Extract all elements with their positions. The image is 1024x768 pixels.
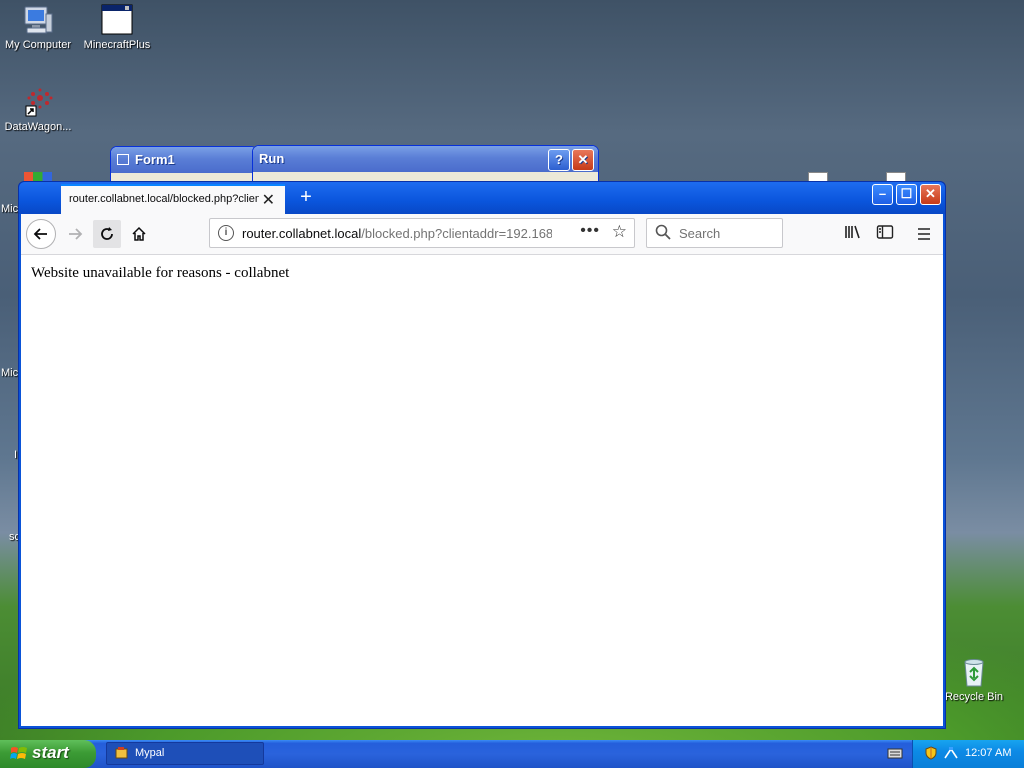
page-message: Website unavailable for reasons - collab…: [31, 265, 290, 281]
windows-logo-icon: [10, 747, 27, 759]
keyboard-icon[interactable]: [887, 746, 903, 760]
run-title: Run: [259, 151, 285, 166]
start-button[interactable]: start: [0, 740, 96, 768]
desktop-icon-label: MinecraftPlus: [83, 39, 151, 51]
clipped-desktop-label: I: [14, 449, 18, 461]
home-button[interactable]: [125, 220, 153, 248]
library-icon: [845, 225, 860, 239]
search-bar[interactable]: Search: [646, 218, 783, 248]
system-tray: 12:07 AM: [887, 740, 1024, 768]
security-shield-icon[interactable]: [925, 746, 937, 760]
forward-button[interactable]: [61, 220, 89, 248]
form1-title: Form1: [135, 152, 175, 167]
clipped-desktop-label: Mic: [1, 203, 19, 215]
run-titlebar[interactable]: Run ? ✕: [253, 146, 598, 172]
bookmark-star-icon[interactable]: ☆: [612, 222, 627, 242]
url-path: /blocked.php?clientaddr=192.168: [361, 226, 552, 241]
tab-title: router.collabnet.local/blocked.php?clien…: [69, 193, 259, 205]
hamburger-menu-button[interactable]: [910, 220, 938, 248]
site-info-icon[interactable]: i: [218, 225, 234, 241]
close-button[interactable]: ✕: [572, 149, 594, 171]
tab-bar: router.collabnet.local/blocked.php?clien…: [19, 182, 945, 214]
recycle-bin-icon: [958, 656, 990, 688]
page-content: Website unavailable for reasons - collab…: [21, 255, 943, 726]
desktop-icon-label: DataWagon...: [4, 121, 72, 133]
maximize-button[interactable]: ☐: [896, 184, 917, 205]
new-tab-button[interactable]: +: [293, 184, 319, 212]
start-label: start: [32, 743, 69, 762]
browser-window[interactable]: router.collabnet.local/blocked.php?clien…: [18, 181, 946, 729]
help-button[interactable]: ?: [548, 149, 570, 171]
sidebar-icon: [876, 225, 894, 239]
taskbar: start Mypal 12:07 AM: [0, 740, 1024, 768]
minimize-button[interactable]: –: [872, 184, 893, 205]
taskbar-button-label: Mypal: [135, 747, 165, 759]
taskbar-button-mypal[interactable]: Mypal: [106, 742, 264, 765]
back-arrow-icon: [33, 228, 47, 240]
back-button[interactable]: [26, 219, 56, 249]
reload-icon: [101, 227, 113, 240]
sidebar-toggle-button[interactable]: [871, 220, 899, 248]
home-icon: [132, 226, 146, 241]
close-tab-icon[interactable]: ✕: [262, 190, 275, 210]
desktop-icon-label: My Computer: [4, 39, 72, 51]
desktop-icon-minecraftplus[interactable]: MinecraftPlus: [75, 4, 159, 51]
tab-active[interactable]: router.collabnet.local/blocked.php?clien…: [61, 184, 285, 214]
library-button[interactable]: [839, 220, 867, 248]
window-icon: [117, 154, 129, 165]
network-icon[interactable]: [943, 746, 959, 760]
desktop-icon-datawagon[interactable]: DataWagon...: [0, 86, 80, 133]
url-host: router.collabnet.local: [242, 226, 362, 241]
mypal-icon: [115, 747, 128, 759]
reload-button[interactable]: [93, 220, 121, 248]
datawagon-shortcut-icon: [22, 86, 54, 118]
clock: 12:07 AM: [965, 747, 1012, 759]
page-actions-icon[interactable]: •••: [580, 222, 600, 240]
navigation-toolbar: i router.collabnet.local/blocked.php?cli…: [21, 214, 943, 255]
clipped-desktop-label: Mic: [1, 367, 19, 379]
url-text[interactable]: router.collabnet.local/blocked.php?clien…: [242, 226, 552, 241]
forward-arrow-icon: [69, 228, 83, 240]
search-icon: [655, 224, 671, 240]
close-window-button[interactable]: ✕: [920, 184, 941, 205]
hamburger-icon: [918, 228, 930, 240]
computer-icon: [22, 4, 54, 36]
application-window-icon: [101, 4, 133, 36]
desktop-icon-my-computer[interactable]: My Computer: [0, 4, 80, 51]
url-bar[interactable]: i router.collabnet.local/blocked.php?cli…: [209, 218, 635, 248]
form1-titlebar[interactable]: Form1: [111, 147, 257, 173]
search-placeholder: Search: [679, 226, 721, 241]
